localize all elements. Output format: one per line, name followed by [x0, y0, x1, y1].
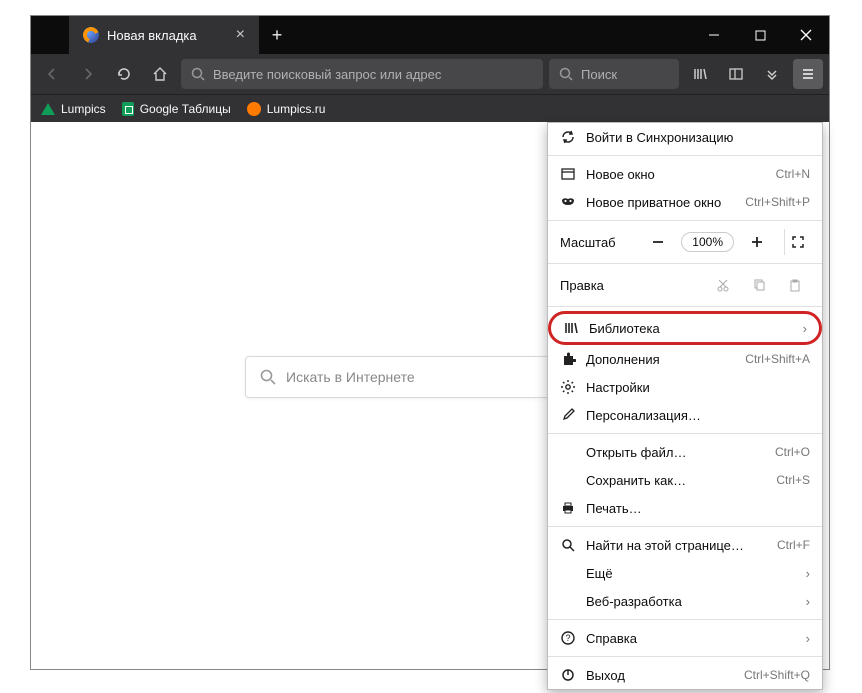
bookmarks-bar: Lumpics Google Таблицы Lumpics.ru [31, 94, 829, 122]
tab-strip: Новая вкладка × + [31, 16, 295, 54]
power-icon [560, 667, 576, 683]
separator [548, 220, 822, 221]
sync-icon [560, 129, 576, 145]
cut-button[interactable] [708, 272, 738, 298]
library-icon [563, 320, 579, 336]
close-window-button[interactable] [783, 16, 829, 54]
menu-settings[interactable]: Настройки [548, 373, 822, 401]
home-search-placeholder: Искать в Интернете [286, 369, 415, 385]
back-button[interactable] [37, 59, 67, 89]
chevron-right-icon: › [806, 631, 810, 646]
menu-customize[interactable]: Персонализация… [548, 401, 822, 429]
zoom-out-button[interactable] [645, 229, 671, 255]
url-placeholder: Введите поисковый запрос или адрес [213, 67, 441, 82]
separator [548, 619, 822, 620]
search-placeholder: Поиск [581, 67, 617, 82]
sidebar-button[interactable] [721, 59, 751, 89]
close-tab-icon[interactable]: × [236, 26, 245, 44]
separator [548, 306, 822, 307]
menu-save-as[interactable]: Сохранить как… Ctrl+S [548, 466, 822, 494]
maximize-button[interactable] [737, 16, 783, 54]
gear-icon [560, 379, 576, 395]
search-icon [559, 67, 573, 81]
browser-window: Новая вкладка × + Введите поисковый запр… [30, 15, 830, 670]
search-icon [260, 369, 276, 385]
fullscreen-button[interactable] [784, 229, 810, 255]
svg-text:?: ? [565, 633, 570, 643]
overflow-button[interactable] [757, 59, 787, 89]
menu-webdev[interactable]: Веб-разработка › [548, 587, 822, 615]
home-button[interactable] [145, 59, 175, 89]
bookmark-item[interactable]: Google Таблицы [122, 102, 231, 116]
url-bar[interactable]: Введите поисковый запрос или адрес [181, 59, 543, 89]
tab-title: Новая вкладка [107, 28, 197, 43]
printer-icon [560, 500, 576, 516]
menu-help[interactable]: ? Справка › [548, 624, 822, 652]
firefox-icon [83, 27, 99, 43]
copy-button[interactable] [744, 272, 774, 298]
menu-button[interactable] [793, 59, 823, 89]
chevron-right-icon: › [806, 566, 810, 581]
chevron-right-icon: › [806, 594, 810, 609]
bookmark-item[interactable]: Lumpics [41, 102, 106, 116]
tab-active[interactable]: Новая вкладка × [69, 16, 259, 54]
bookmark-item[interactable]: Lumpics.ru [247, 102, 326, 116]
help-icon: ? [560, 630, 576, 646]
search-bar[interactable]: Поиск [549, 59, 679, 89]
forward-button[interactable] [73, 59, 103, 89]
menu-exit[interactable]: Выход Ctrl+Shift+Q [548, 661, 822, 689]
minimize-button[interactable] [691, 16, 737, 54]
reload-button[interactable] [109, 59, 139, 89]
library-button[interactable] [685, 59, 715, 89]
brush-icon [560, 407, 576, 423]
search-icon [560, 537, 576, 553]
menu-more[interactable]: Ещё › [548, 559, 822, 587]
chevron-right-icon: › [803, 321, 807, 336]
window-controls [691, 16, 829, 54]
nav-toolbar: Введите поисковый запрос или адрес Поиск [31, 54, 829, 94]
separator [548, 433, 822, 434]
menu-print[interactable]: Печать… [548, 494, 822, 522]
menu-new-private[interactable]: Новое приватное окно Ctrl+Shift+P [548, 188, 822, 216]
separator [548, 155, 822, 156]
menu-open-file[interactable]: Открыть файл… Ctrl+O [548, 438, 822, 466]
search-icon [191, 67, 205, 81]
site-icon [247, 102, 261, 116]
drive-icon [41, 103, 55, 115]
zoom-in-button[interactable] [744, 229, 770, 255]
separator [548, 656, 822, 657]
window-icon [560, 166, 576, 182]
app-menu: Войти в Синхронизацию Новое окно Ctrl+N … [547, 122, 823, 690]
separator [548, 526, 822, 527]
menu-zoom: Масштаб 100% [548, 225, 822, 259]
new-tab-button[interactable]: + [259, 16, 295, 54]
menu-sync[interactable]: Войти в Синхронизацию [548, 123, 822, 151]
paste-button[interactable] [780, 272, 810, 298]
titlebar: Новая вкладка × + [31, 16, 829, 54]
mask-icon [560, 194, 576, 210]
sheets-icon [122, 102, 134, 116]
content-area: Искать в Интернете Войти в Синхронизацию… [31, 122, 829, 669]
menu-new-window[interactable]: Новое окно Ctrl+N [548, 160, 822, 188]
puzzle-icon [560, 351, 576, 367]
zoom-value: 100% [681, 232, 734, 252]
menu-find[interactable]: Найти на этой странице… Ctrl+F [548, 531, 822, 559]
menu-library[interactable]: Библиотека › [548, 311, 822, 345]
separator [548, 263, 822, 264]
menu-addons[interactable]: Дополнения Ctrl+Shift+A [548, 345, 822, 373]
menu-edit: Правка [548, 268, 822, 302]
